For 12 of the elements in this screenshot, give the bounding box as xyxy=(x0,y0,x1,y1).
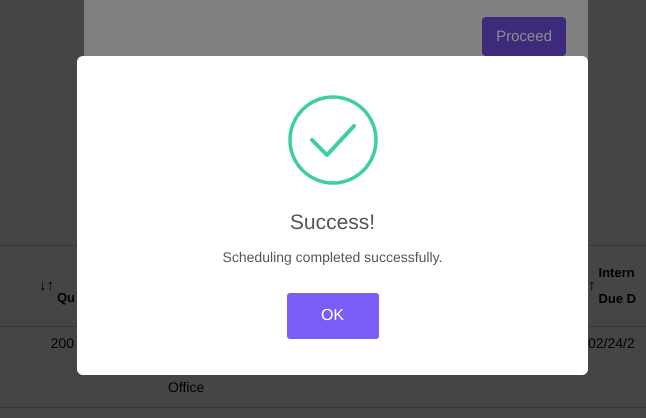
table-cell: 200 xyxy=(50,335,74,351)
table-cell: Office xyxy=(168,379,204,395)
dialog-message: Scheduling completed successfully. xyxy=(222,249,442,265)
dialog-title: Success! xyxy=(290,211,376,235)
column-header: Intern Due D xyxy=(598,264,636,308)
check-circle-icon xyxy=(288,95,378,185)
ok-button[interactable]: OK xyxy=(286,293,378,339)
sort-icon[interactable]: ↑ xyxy=(588,273,596,299)
column-header: Qu xyxy=(56,289,75,307)
sort-icon[interactable]: ↓↑ xyxy=(38,273,54,299)
table-cell: 02/24/2 xyxy=(588,335,635,351)
proceed-button[interactable]: Proceed xyxy=(482,17,566,56)
